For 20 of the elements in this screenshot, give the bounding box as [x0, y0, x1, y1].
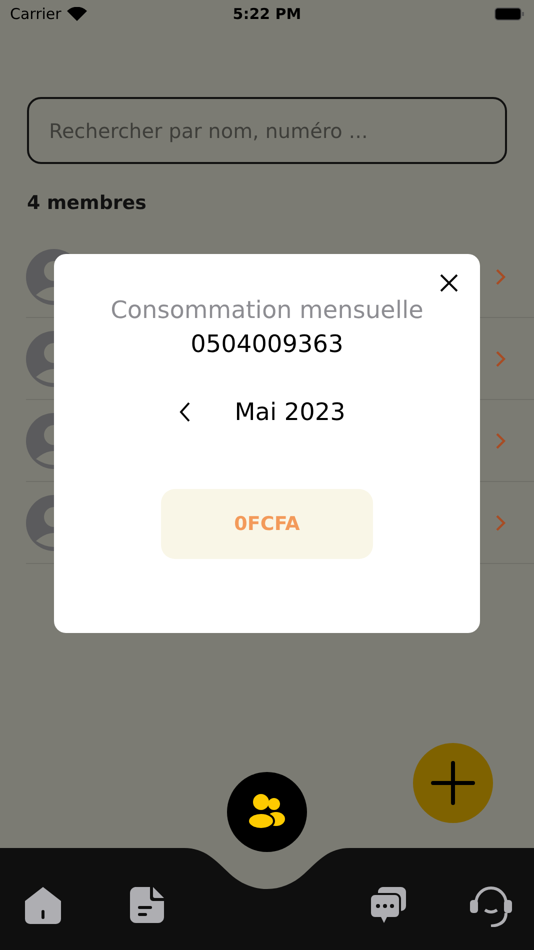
status-time: 5:22 PM: [232, 5, 302, 23]
chevron-right-icon: [496, 350, 506, 366]
amount-value: 0FCFA: [161, 489, 373, 559]
battery-icon: [494, 7, 524, 21]
phone-number: 0504009363: [190, 330, 344, 358]
close-button[interactable]: [438, 272, 460, 294]
previous-month-button[interactable]: [178, 402, 191, 422]
search-field[interactable]: Rechercher par nom, numéro ...: [27, 97, 507, 164]
member-count: 4 membres: [27, 192, 148, 214]
chevron-right-icon: [496, 268, 506, 284]
chevron-left-icon: [178, 402, 191, 422]
month-label: Mai 2023: [234, 398, 346, 426]
document-icon: [128, 886, 164, 924]
close-icon: [440, 274, 458, 292]
carrier-label: Carrier: [10, 5, 62, 23]
dialog-title: Consommation mensuelle: [110, 296, 424, 324]
wifi-icon: [67, 7, 88, 21]
chevron-right-icon: [496, 432, 506, 448]
chevron-right-icon: [496, 514, 506, 530]
plus-icon: [431, 761, 475, 805]
